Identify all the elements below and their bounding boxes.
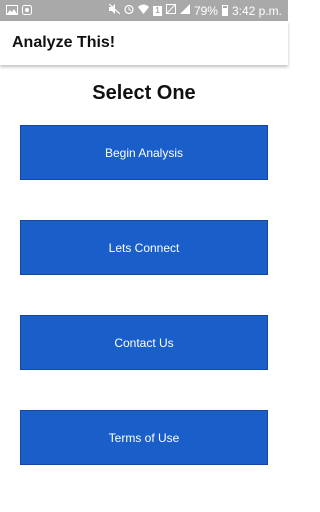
image-icon (6, 4, 18, 18)
lets-connect-button[interactable]: Lets Connect (20, 220, 268, 275)
battery-icon (221, 5, 228, 16)
wifi-icon (137, 4, 149, 17)
status-right: 1 79% 3:42 p.m. (108, 3, 282, 18)
status-left (6, 4, 32, 18)
begin-analysis-button[interactable]: Begin Analysis (20, 125, 268, 180)
status-bar: 1 79% 3:42 p.m. (0, 0, 288, 21)
contact-us-button[interactable]: Contact Us (20, 315, 268, 370)
battery-percent: 79% (193, 3, 218, 18)
page-heading: Select One (92, 82, 196, 104)
signal-icon (179, 4, 190, 17)
mute-icon (108, 3, 121, 17)
lets-connect-label: Lets Connect (108, 240, 180, 255)
terms-of-use-button[interactable]: Terms of Use (20, 410, 268, 465)
alarm-icon (124, 4, 134, 17)
begin-analysis-label: Begin Analysis (104, 145, 184, 160)
terms-of-use-label: Terms of Use (108, 430, 180, 445)
clock: 3:42 p.m. (231, 3, 282, 18)
sim-icon: 1 (152, 5, 162, 16)
contact-us-label: Contact Us (114, 335, 174, 350)
notification-icon (22, 4, 32, 18)
app-bar: Analyze This! (0, 21, 288, 65)
app-title: Analyze This! (12, 34, 116, 51)
no-sim-icon (165, 4, 176, 17)
